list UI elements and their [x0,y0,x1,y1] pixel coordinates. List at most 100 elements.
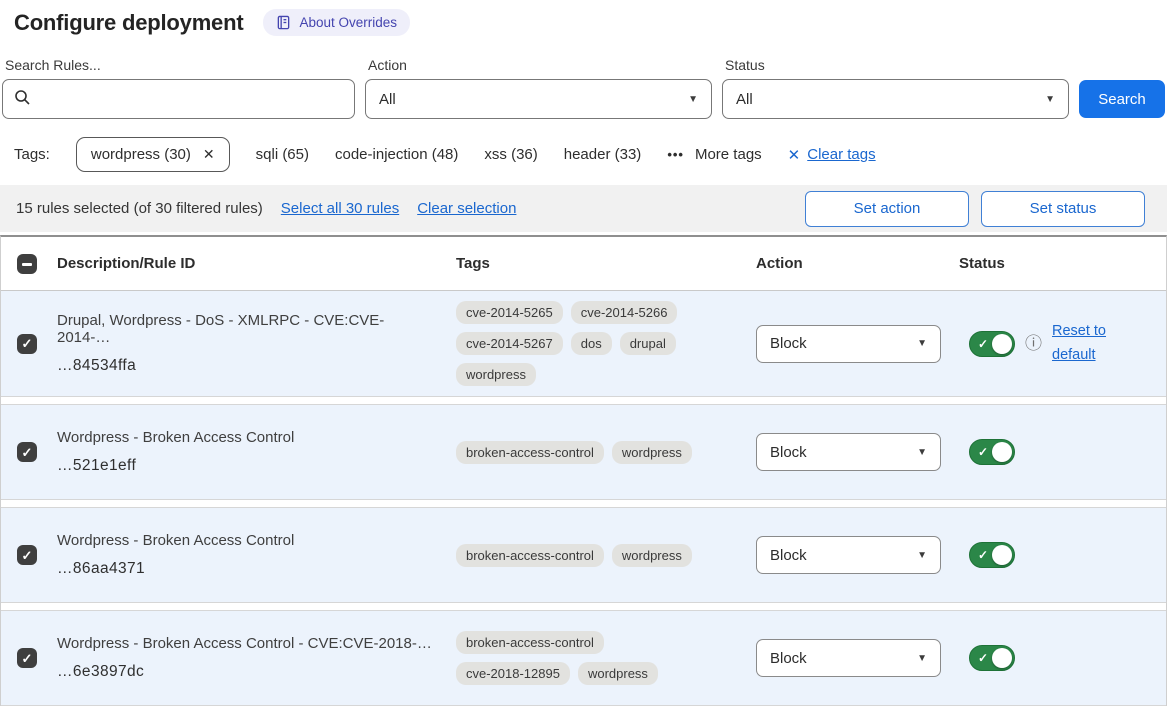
tag-pill: cve-2018-12895 [456,662,570,685]
action-select-value: Block [770,335,807,352]
status-toggle[interactable]: ✓ [969,331,1015,357]
tag-pill: broken-access-control [456,544,604,567]
more-tags-button[interactable]: ••• More tags [667,146,761,163]
chevron-down-icon: ▼ [917,447,927,458]
reset-to-default-link[interactable]: Reset to default [1052,320,1118,368]
check-icon: ✓ [978,337,988,351]
tag-filter-link[interactable]: sqli (65) [256,146,309,163]
remove-tag-icon[interactable]: ✕ [203,146,215,163]
table-body: ✓ Drupal, Wordpress - DoS - XMLRPC - CVE… [1,291,1166,706]
rule-id: …84534ffa [57,357,432,375]
row-checkbox[interactable]: ✓ [17,648,37,668]
status-toggle[interactable]: ✓ [969,645,1015,671]
search-button[interactable]: Search [1079,80,1165,118]
search-rules-label: Search Rules... [5,57,355,73]
chevron-down-icon: ▼ [688,94,698,105]
tag-pill: cve-2014-5267 [456,332,563,355]
action-select-value: Block [770,650,807,667]
tags-bar: Tags: wordpress (30) ✕ sqli (65)code-inj… [14,137,1167,172]
action-filter-label: Action [368,57,712,73]
tag-links: sqli (65) code-injection (48) xss (36) head… [256,146,642,163]
tag-filter-link[interactable]: xss (36) [484,146,537,163]
book-icon [276,15,291,30]
status-filter-value: All [736,91,753,108]
rule-tags: broken-access-controlwordpress [456,441,718,464]
rule-tags: cve-2014-5265cve-2014-5266cve-2014-5267d… [456,301,718,386]
action-filter-select[interactable]: All ▼ [365,79,712,119]
about-overrides-badge[interactable]: About Overrides [263,9,410,36]
close-icon: ✕ [788,146,801,164]
rule-description: Wordpress - Broken Access Control [57,429,432,446]
select-all-checkbox[interactable] [17,254,37,274]
rule-id: …86aa4371 [57,560,432,578]
clear-selection-link[interactable]: Clear selection [417,200,516,217]
select-all-link[interactable]: Select all 30 rules [281,200,399,217]
rule-tags: broken-access-control cve-2018-12895 wordp… [456,631,718,685]
tag-pill: cve-2014-5266 [571,301,678,324]
toggle-knob [992,334,1012,354]
chevron-down-icon: ▼ [1045,94,1055,105]
tag-pill: wordpress [612,544,692,567]
tag-pill: broken-access-control [456,631,604,654]
action-select-value: Block [770,444,807,461]
toggle-knob [992,648,1012,668]
chevron-down-icon: ▼ [917,653,927,664]
search-rules-input[interactable] [40,90,343,109]
table-row: ✓ Drupal, Wordpress - DoS - XMLRPC - CVE… [1,291,1166,397]
selection-summary: 15 rules selected (of 30 filtered rules) [16,200,263,217]
rule-description: Wordpress - Broken Access Control [57,532,432,549]
rules-table: Description/Rule ID Tags Action Status ✓… [0,235,1167,706]
set-status-button[interactable]: Set status [981,191,1145,227]
tag-filter-link[interactable]: code-injection (48) [335,146,458,163]
search-rules-field: Search Rules... [2,57,355,119]
selection-bar: 15 rules selected (of 30 filtered rules)… [0,185,1167,232]
page-header: Configure deployment About Overrides [0,0,1167,36]
search-icon [14,89,31,110]
status-filter-label: Status [725,57,1069,73]
column-header-status: Status [959,255,1166,272]
action-filter-field: Action All ▼ [365,57,712,119]
indeterminate-icon [22,263,32,266]
about-overrides-label: About Overrides [299,15,397,30]
check-icon: ✓ [22,446,33,459]
table-header-row: Description/Rule ID Tags Action Status [1,237,1166,291]
action-select[interactable]: Block ▼ [756,433,941,471]
row-checkbox[interactable]: ✓ [17,545,37,565]
table-row: ✓ Wordpress - Broken Access Control - CV… [1,610,1166,706]
page-title: Configure deployment [14,10,243,36]
filters-row: Search Rules... Action All ▼ Status All … [0,36,1167,119]
row-checkbox[interactable]: ✓ [17,334,37,354]
rule-description: Drupal, Wordpress - DoS - XMLRPC - CVE:C… [57,312,432,346]
tag-pill: wordpress [612,441,692,464]
column-header-description: Description/Rule ID [57,255,456,272]
row-checkbox[interactable]: ✓ [17,442,37,462]
action-select[interactable]: Block ▼ [756,536,941,574]
chevron-down-icon: ▼ [917,338,927,349]
clear-tags-link[interactable]: ✕ Clear tags [788,146,876,164]
action-select[interactable]: Block ▼ [756,639,941,677]
check-icon: ✓ [978,445,988,459]
rule-id: …6e3897dc [57,663,432,681]
search-input-wrapper [2,79,355,119]
action-select-value: Block [770,547,807,564]
status-toggle[interactable]: ✓ [969,439,1015,465]
clear-tags-label: Clear tags [807,146,875,163]
tag-pill: drupal [620,332,676,355]
info-icon[interactable]: ⓘ [1025,335,1042,352]
rule-id: …521e1eff [57,457,432,475]
check-icon: ✓ [978,651,988,665]
set-action-button[interactable]: Set action [805,191,969,227]
tag-filter-link[interactable]: header (33) [564,146,642,163]
toggle-knob [992,442,1012,462]
action-select[interactable]: Block ▼ [756,325,941,363]
column-header-action: Action [756,255,959,272]
tag-pill: wordpress [578,662,658,685]
column-header-tags: Tags [456,255,756,272]
selected-tag-wordpress[interactable]: wordpress (30) ✕ [76,137,230,172]
action-filter-value: All [379,91,396,108]
status-toggle[interactable]: ✓ [969,542,1015,568]
rule-description: Wordpress - Broken Access Control - CVE:… [57,635,432,652]
selected-tag-label: wordpress (30) [91,146,191,163]
status-filter-select[interactable]: All ▼ [722,79,1069,119]
table-row: ✓ Wordpress - Broken Access Control …86a… [1,507,1166,603]
